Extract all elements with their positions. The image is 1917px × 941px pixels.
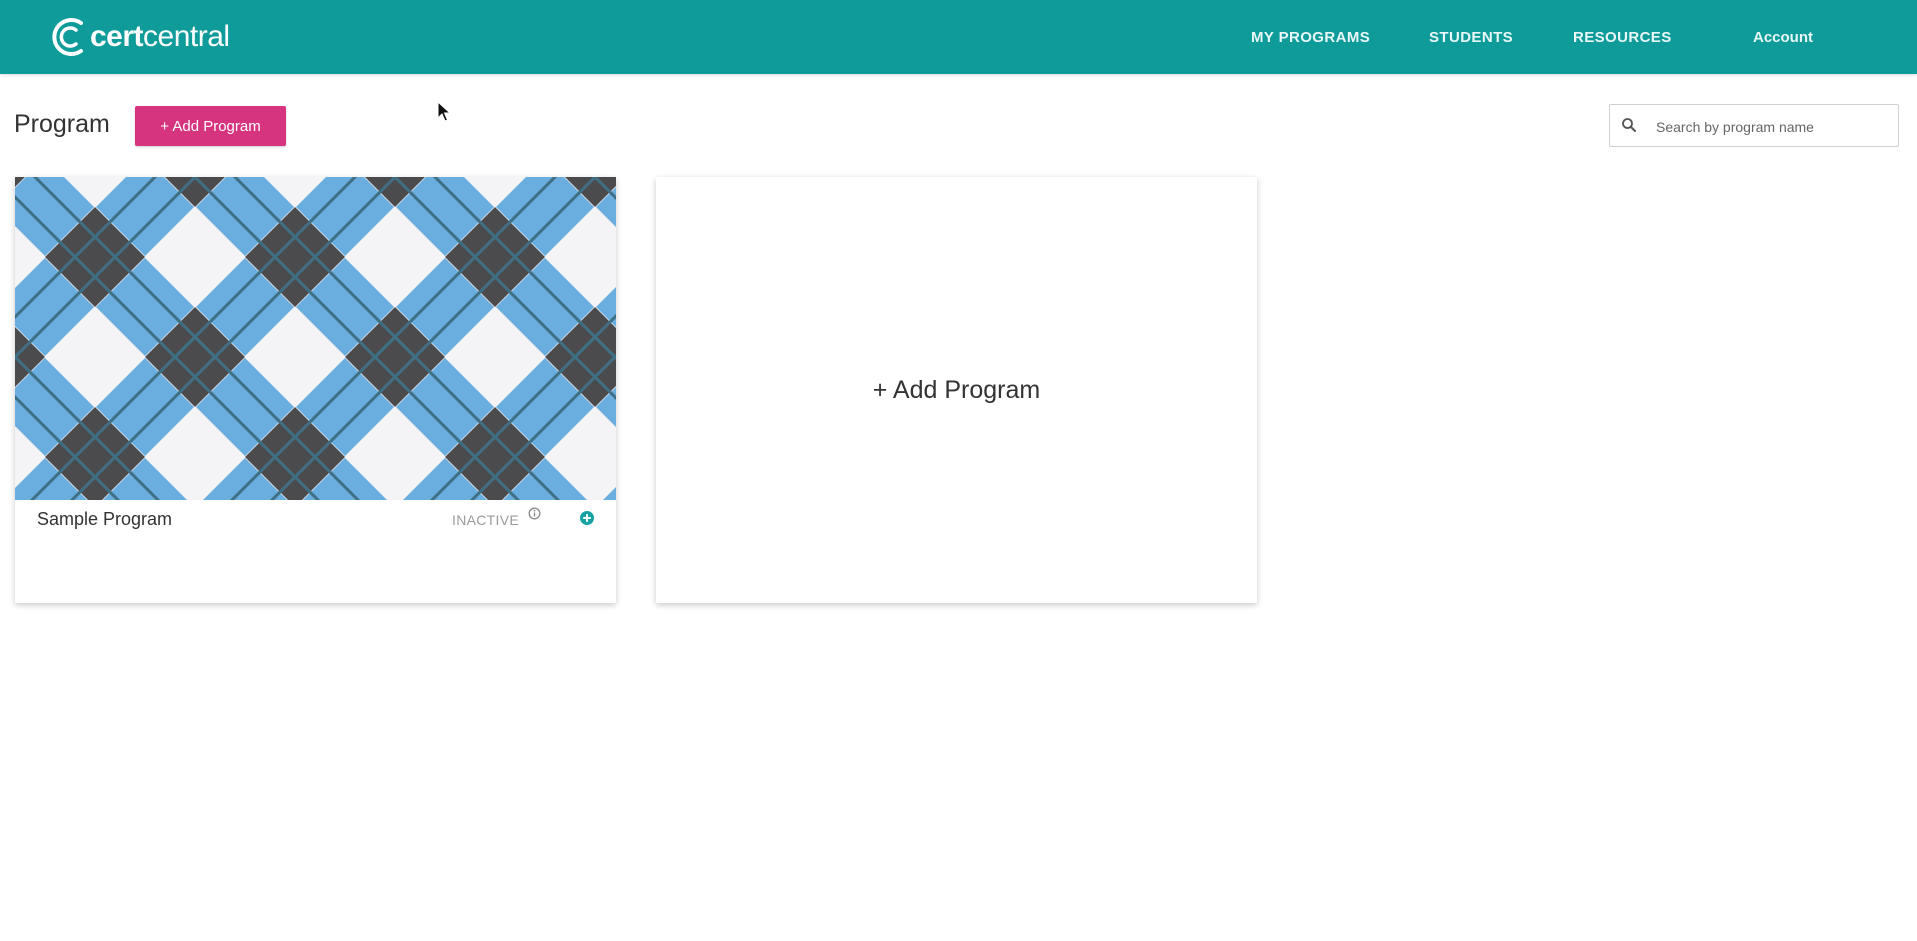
nav-my-programs[interactable]: MY PROGRAMS [1251, 0, 1370, 74]
search-icon [1622, 118, 1636, 132]
top-navbar: certcentral MY PROGRAMS STUDENTS RESOURC… [0, 0, 1917, 74]
search-input[interactable] [1654, 113, 1894, 141]
add-program-card-label: + Add Program [872, 375, 1041, 404]
program-cover-image [15, 177, 616, 500]
logo-mark-icon [52, 18, 83, 56]
nav-resources[interactable]: RESOURCES [1573, 0, 1672, 74]
plus-circle-icon[interactable] [579, 510, 595, 526]
logo-text: certcentral [90, 20, 230, 53]
nav-students[interactable]: STUDENTS [1429, 0, 1513, 74]
program-card[interactable]: Sample Program INACTIVE [15, 177, 616, 603]
mouse-cursor-icon [437, 101, 451, 122]
program-status: INACTIVE [452, 512, 519, 528]
search-box[interactable] [1609, 104, 1899, 147]
info-icon[interactable] [528, 507, 541, 520]
program-name[interactable]: Sample Program [37, 509, 172, 530]
page-title: Program [14, 110, 110, 138]
certcentral-logo[interactable]: certcentral [50, 14, 230, 60]
add-program-button[interactable]: + Add Program [135, 106, 286, 146]
nav-account[interactable]: Account [1753, 0, 1813, 74]
add-program-card[interactable]: + Add Program [656, 177, 1257, 603]
